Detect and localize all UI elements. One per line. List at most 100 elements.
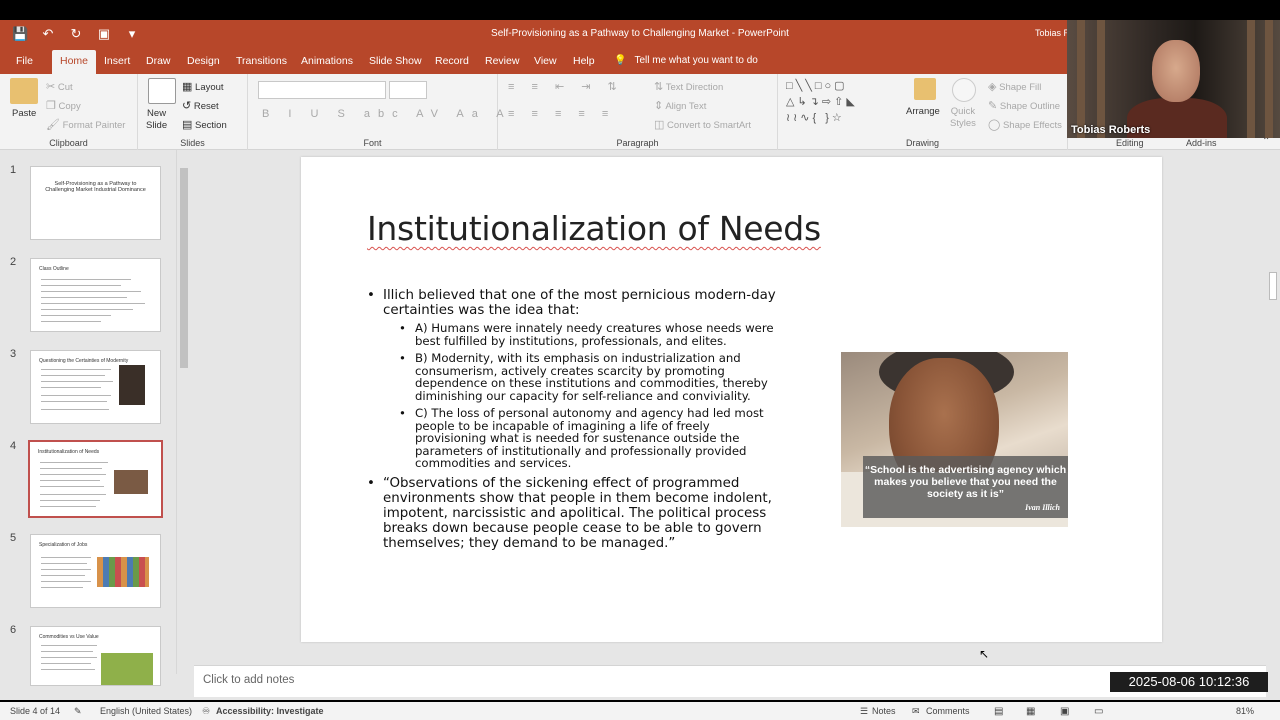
tab-design[interactable]: Design — [179, 50, 228, 74]
tab-view[interactable]: View — [526, 50, 565, 74]
slide-thumbnail-4[interactable]: Institutionalization of Needs — [28, 440, 163, 518]
notes-pane[interactable]: Click to add notes — [194, 665, 1266, 697]
tab-draw[interactable]: Draw — [138, 50, 179, 74]
normal-view-icon[interactable]: ▤ — [994, 706, 1003, 717]
thumbnail-scrollbar-thumb[interactable] — [180, 168, 188, 368]
new-slide-icon[interactable] — [148, 78, 176, 104]
slide-body-text[interactable]: Illich believed that one of the most per… — [367, 288, 779, 555]
thumb-line — [41, 285, 121, 286]
thumb-line — [40, 494, 106, 495]
paste-icon[interactable] — [10, 78, 38, 104]
slide-thumbnail-6[interactable]: Commodities vs Use Value — [30, 626, 161, 686]
tab-transitions[interactable]: Transitions — [228, 50, 295, 74]
quick-styles-label-2: Styles — [950, 118, 976, 129]
tab-insert[interactable]: Insert — [96, 50, 138, 74]
paragraph-group: ≡ ≡ ⇤ ⇥ ⇅ ≡ ≡ ≡ ≡ ≡ ⇅ Text Direction ⇕ A… — [498, 74, 778, 150]
notes-icon[interactable]: ☰ — [860, 706, 868, 717]
slide-thumbnail-5[interactable]: Specialization of Jobs — [30, 534, 161, 608]
new-slide-button[interactable]: New Slide — [146, 108, 167, 132]
reset-icon: ↺ — [182, 100, 192, 112]
copy-button[interactable]: ❐ Copy — [46, 99, 81, 112]
quick-styles-icon[interactable] — [952, 78, 976, 102]
thumb-line — [41, 587, 83, 588]
shape-outline-button[interactable]: ✎ Shape Outline — [988, 99, 1060, 112]
tab-file[interactable]: File — [8, 50, 41, 74]
slide-sorter-icon[interactable]: ▦ — [1026, 706, 1035, 717]
slideshow-view-icon[interactable]: ▭ — [1094, 706, 1103, 717]
thumb-number-6: 6 — [10, 624, 17, 636]
reading-view-icon[interactable]: ▣ — [1060, 706, 1069, 717]
bookshelf-shape — [1077, 20, 1085, 138]
clipboard-group-label: Clipboard — [49, 138, 88, 148]
convert-smartart-button[interactable]: ◫ Convert to SmartArt — [654, 118, 751, 131]
tab-animations[interactable]: Animations — [293, 50, 361, 74]
font-size-box[interactable] — [389, 81, 427, 99]
illich-photo[interactable]: “School is the advertising agency which … — [841, 352, 1068, 527]
font-format-buttons[interactable]: B I U S abc AV Aa A — [262, 108, 512, 120]
arrange-icon[interactable] — [914, 78, 936, 100]
notes-button[interactable]: Notes — [872, 706, 896, 716]
slide-scrollbar[interactable] — [1266, 150, 1280, 660]
section-icon: ▤ — [182, 119, 193, 131]
section-button[interactable]: ▤ Section — [182, 118, 227, 131]
current-slide[interactable]: Institutionalization of Needs Illich bel… — [301, 157, 1162, 642]
addins-group-label[interactable]: Add-ins — [1186, 138, 1217, 148]
cut-label: Cut — [57, 82, 73, 93]
shape-fill-button[interactable]: ◈ Shape Fill — [988, 80, 1041, 93]
tab-home[interactable]: Home — [52, 50, 97, 74]
list-buttons[interactable]: ≡ ≡ ⇤ ⇥ ⇅ — [508, 80, 624, 93]
slides-group: New Slide ▦ Layout ↺ Reset ▤ Section Slid… — [138, 74, 248, 150]
thumb-line — [40, 486, 104, 487]
tab-review[interactable]: Review — [477, 50, 527, 74]
accessibility-status[interactable]: Accessibility: Investigate — [216, 706, 324, 716]
slide-thumbnail-2[interactable]: Class Outline — [30, 258, 161, 332]
alignment-buttons[interactable]: ≡ ≡ ≡ ≡ ≡ — [508, 108, 615, 120]
layout-button[interactable]: ▦ Layout — [182, 80, 224, 93]
thumb-title-4: Institutionalization of Needs — [38, 449, 100, 455]
spellcheck-icon[interactable]: ✎ — [74, 706, 82, 717]
thumbnail-scrollbar[interactable] — [176, 150, 190, 674]
clipboard-group: Paste ✂ Cut ❐ Copy 🖌 Format Painter Clip… — [0, 74, 138, 150]
image-quote-author: Ivan Illich — [1025, 503, 1060, 512]
arrange-button[interactable]: Arrange — [906, 106, 940, 117]
thumb-line — [41, 569, 91, 570]
font-name-box[interactable] — [258, 81, 386, 99]
thumb-line — [41, 375, 105, 376]
accessibility-icon[interactable]: ♾ — [202, 706, 210, 717]
tab-help[interactable]: Help — [565, 50, 603, 74]
slide-title[interactable]: Institutionalization of Needs — [367, 209, 821, 248]
zoom-level[interactable]: 81% — [1236, 706, 1254, 716]
format-painter-button[interactable]: 🖌 Format Painter — [46, 118, 125, 131]
section-label: Section — [195, 120, 227, 131]
thumb-number-3: 3 — [10, 348, 17, 360]
editing-group-label[interactable]: Editing — [1116, 138, 1144, 148]
scissors-icon: ✂ — [46, 81, 56, 93]
thumb-image — [114, 470, 148, 494]
account-name[interactable]: Tobias R — [1035, 28, 1070, 38]
image-quote-text: “School is the advertising agency which … — [864, 464, 1067, 500]
shapes-gallery[interactable]: □╲╲□○▢ △↳↴⇨⇧◣ ≀≀∿{ }☆ — [786, 78, 906, 126]
quick-styles-button[interactable]: Quick Styles — [950, 106, 976, 130]
thumb-image — [101, 653, 153, 685]
slide-thumbnail-1[interactable]: Self-Provisioning as a Pathway to Challe… — [30, 166, 161, 240]
slide-scrollbar-thumb[interactable] — [1269, 272, 1277, 300]
tab-record[interactable]: Record — [427, 50, 477, 74]
tab-slide-show[interactable]: Slide Show — [361, 50, 430, 74]
drawing-group-label: Drawing — [905, 138, 939, 148]
cut-button[interactable]: ✂ Cut — [46, 80, 73, 93]
comments-icon[interactable]: ✉ — [912, 706, 920, 717]
comments-button[interactable]: Comments — [926, 706, 970, 716]
paint-bucket-icon: ◈ — [988, 81, 997, 93]
tell-me-search[interactable]: 💡 Tell me what you want to do — [614, 50, 758, 74]
reset-button[interactable]: ↺ Reset — [182, 99, 219, 112]
shape-effects-button[interactable]: ◯ Shape Effects — [988, 118, 1062, 131]
slide-thumbnail-3[interactable]: Questioning the Certainties of Modernity — [30, 350, 161, 424]
paste-button[interactable]: Paste — [12, 108, 36, 119]
text-direction-button[interactable]: ⇅ Text Direction — [654, 80, 723, 93]
thumb-line — [40, 474, 106, 475]
thumb-title-3: Questioning the Certainties of Modernity — [39, 358, 129, 364]
language-indicator[interactable]: English (United States) — [100, 706, 192, 716]
align-text-button[interactable]: ⇕ Align Text — [654, 99, 706, 112]
copy-icon: ❐ — [46, 100, 56, 112]
lightbulb-icon: 💡 — [614, 55, 627, 66]
